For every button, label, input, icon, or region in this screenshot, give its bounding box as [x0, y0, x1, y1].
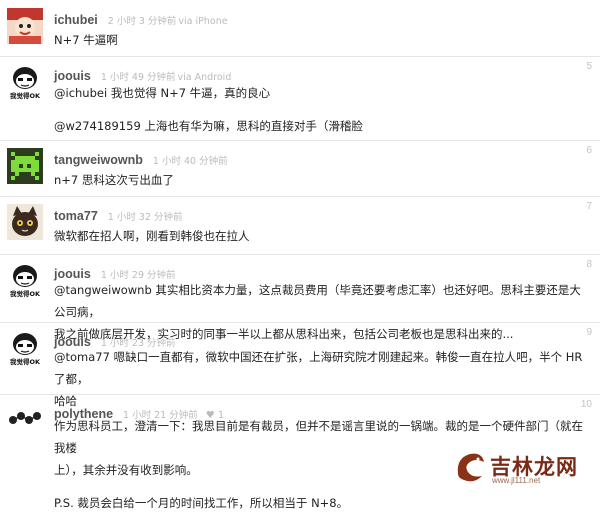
reply-item: 我觉得OK joouis 1 小时 29 分钟前 8 @tangweiwownb …	[0, 254, 600, 341]
reply-text: @tangweiwownb 其实相比资本力量，这点裁员费用（毕竟还要考虑汇率）也…	[54, 283, 581, 319]
reply-item: toma77 1 小时 32 分钟前 7 微软都在招人啊，刚看到韩俊也在拉人	[0, 196, 600, 255]
username-link[interactable]: tangweiwownb	[54, 153, 143, 167]
avatar[interactable]	[7, 402, 43, 438]
reply-text: @ichubei 我也觉得 N+7 牛逼，真的良心	[54, 86, 271, 100]
reply-text: @toma77 嗯缺口一直都有，微软中国还在扩张，上海研究院才刚建起来。韩俊一直…	[54, 350, 583, 386]
reply-text: N+7 牛逼啊	[54, 33, 118, 47]
reply-number: 8	[586, 259, 592, 270]
avatar-caption: 我觉得OK	[10, 289, 41, 298]
reply-meta: toma77 1 小时 32 分钟前	[54, 205, 183, 223]
avatar[interactable]: 我觉得OK	[7, 64, 43, 100]
reply-content: N+7 牛逼啊	[54, 29, 586, 51]
reply-item: 我觉得OK joouis 1 小时 23 分钟前 9 @toma77 嗯缺口一直都…	[0, 322, 600, 408]
avatar-caption: 我觉得OK	[10, 357, 41, 366]
dragon-logo-icon	[457, 453, 484, 482]
avatar[interactable]	[7, 8, 43, 44]
reply-content: n+7 思科这次亏出血了	[54, 169, 586, 191]
reply-client: via iPhone	[178, 16, 228, 27]
avatar[interactable]	[7, 148, 43, 184]
reply-content: 微软都在招人啊，刚看到韩俊也在拉人	[54, 225, 586, 247]
avatar[interactable]: 我觉得OK	[7, 262, 43, 298]
reply-content: @ichubei 我也觉得 N+7 牛逼，真的良心 @w274189159 上海…	[54, 82, 586, 137]
reply-item: ichubei 2 小时 3 分钟前 via iPhone N+7 牛逼啊	[0, 0, 600, 57]
username-link[interactable]: toma77	[54, 209, 98, 223]
avatar[interactable]: 我觉得OK	[7, 330, 43, 366]
reply-number: 10	[580, 399, 592, 410]
reply-text: @w274189159 上海也有华为嘛，思科的直接对手（滑稽脸	[54, 119, 363, 133]
reply-number: 6	[586, 145, 592, 156]
reply-meta: joouis 1 小时 49 分钟前 via Android	[54, 65, 231, 83]
avatar-caption: 我觉得OK	[10, 91, 41, 100]
reply-number: 9	[586, 327, 592, 338]
reply-meta: ichubei 2 小时 3 分钟前 via iPhone	[54, 9, 228, 27]
watermark-url: www.jl111.net	[492, 476, 541, 485]
avatar[interactable]	[7, 204, 43, 240]
reply-text: n+7 思科这次亏出血了	[54, 173, 174, 187]
username-link[interactable]: joouis	[54, 69, 91, 83]
reply-text: P.S. 裁员会白给一个月的时间找工作，所以相当于 N+8。	[54, 496, 349, 510]
reply-time: 1 小时 40 分钟前	[152, 156, 228, 167]
reply-meta: joouis 1 小时 29 分钟前	[54, 263, 176, 281]
reply-time: 2 小时 3 分钟前	[107, 16, 177, 27]
reply-number: 5	[586, 61, 592, 72]
site-watermark: 吉林龙网 www.jl111.net	[452, 445, 598, 487]
reply-meta: joouis 1 小时 23 分钟前	[54, 331, 176, 349]
reply-number: 7	[586, 201, 592, 212]
reply-text: 微软都在招人啊，刚看到韩俊也在拉人	[54, 229, 250, 243]
reply-item: tangweiwownb 1 小时 40 分钟前 6 n+7 思科这次亏出血了	[0, 140, 600, 197]
reply-item: 我觉得OK joouis 1 小时 49 分钟前 via Android 5 @ic…	[0, 56, 600, 141]
reply-time: 1 小时 32 分钟前	[107, 212, 183, 223]
reply-meta: tangweiwownb 1 小时 40 分钟前	[54, 149, 228, 167]
username-link[interactable]: ichubei	[54, 13, 98, 27]
